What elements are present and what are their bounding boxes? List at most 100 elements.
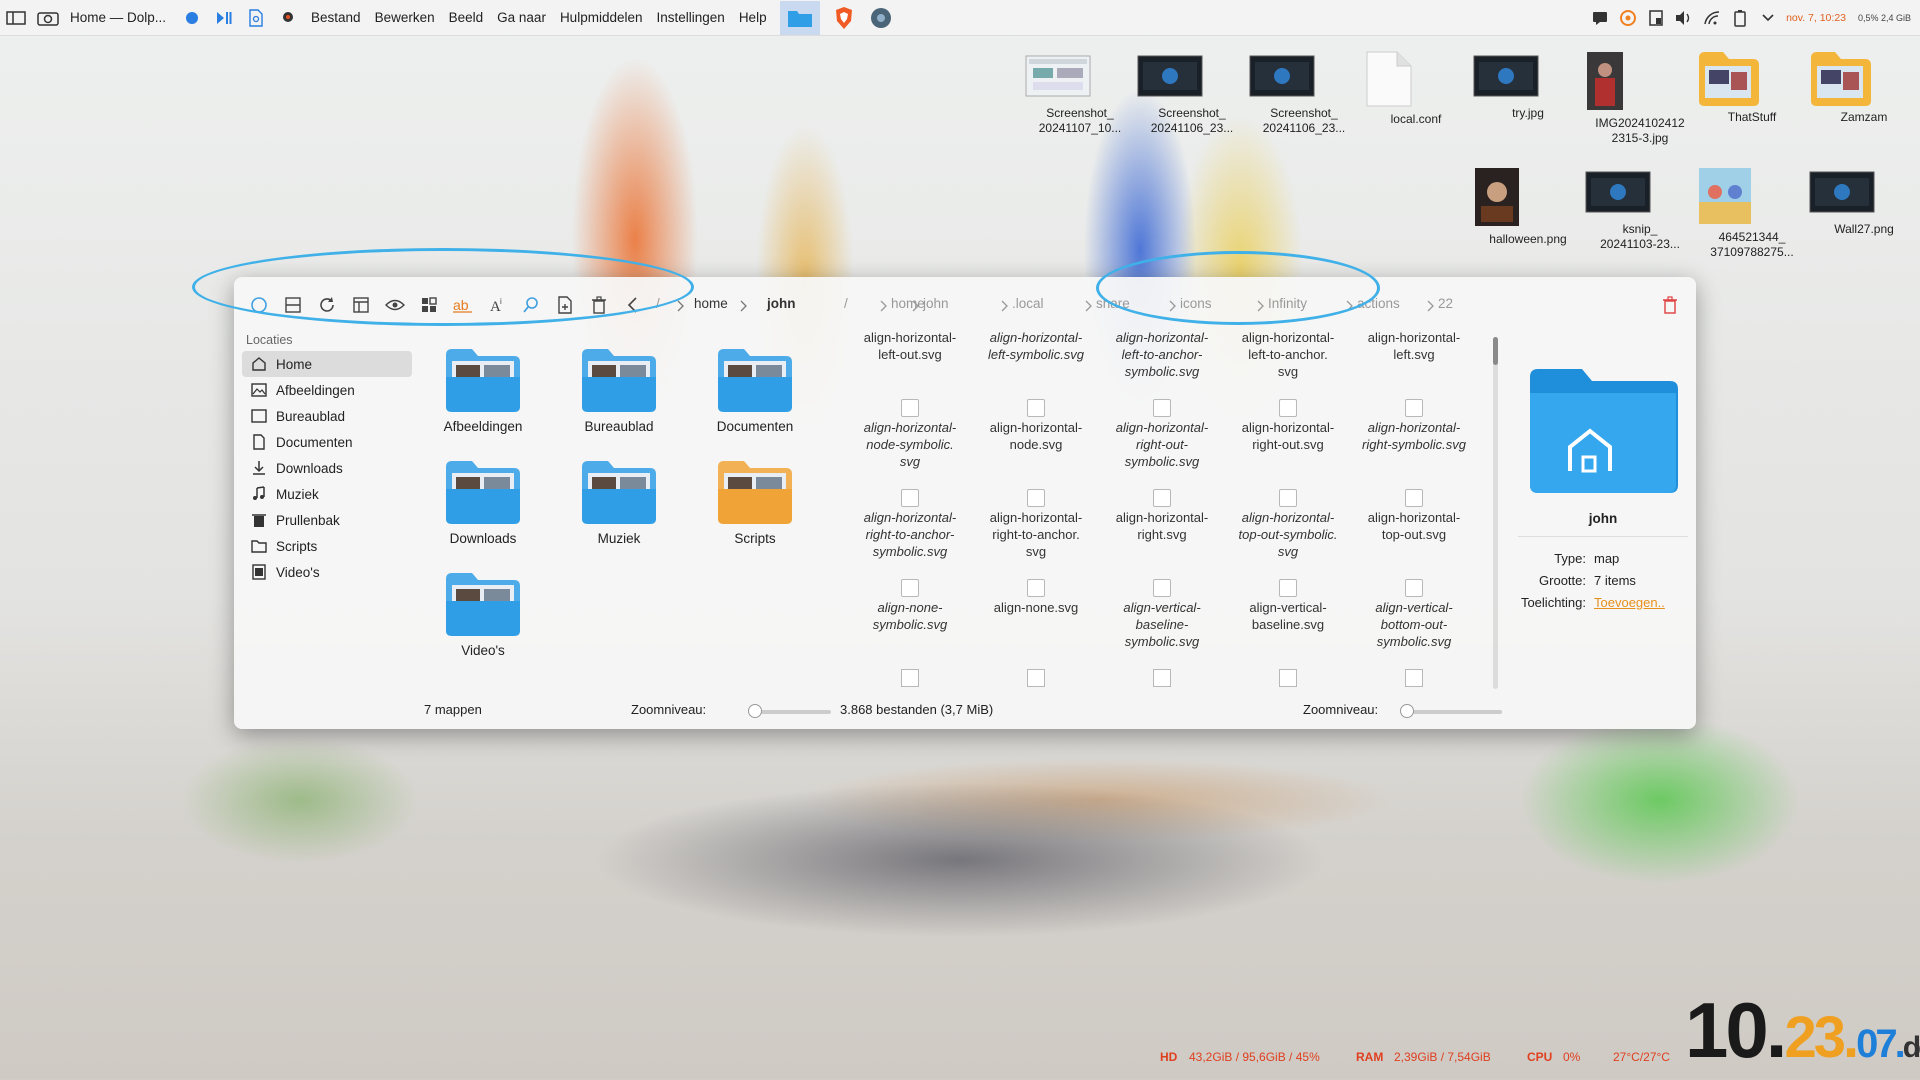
folder-item[interactable]: Bureaublad bbox=[564, 347, 674, 434]
desktop-icon-item[interactable]: ksnip_ 20241103-23... bbox=[1585, 166, 1695, 252]
folder-item[interactable]: Muziek bbox=[564, 459, 674, 546]
add-comment-link[interactable]: Toevoegen.. bbox=[1594, 595, 1665, 610]
file-item[interactable]: align-horizontal-left-to-anchor. svg bbox=[1227, 329, 1349, 380]
record-icon[interactable] bbox=[179, 5, 205, 31]
folder-item[interactable]: Video's bbox=[428, 571, 538, 658]
chat-icon[interactable] bbox=[1589, 5, 1611, 31]
sidebar-item-scripts[interactable]: Scripts bbox=[242, 533, 412, 559]
file-item[interactable]: align-horizontal-left.svg bbox=[1353, 329, 1475, 363]
file-label: align-horizontal-right.svg bbox=[1115, 510, 1209, 542]
desktop-thumbnail-icon bbox=[1473, 50, 1583, 102]
desktop-icon-item[interactable]: Zamzam bbox=[1809, 50, 1919, 125]
battery-icon[interactable] bbox=[1729, 5, 1751, 31]
webcam-icon[interactable] bbox=[275, 5, 301, 31]
menu-beeld[interactable]: Beeld bbox=[442, 10, 491, 25]
desktop-icon-item[interactable]: Wall27.png bbox=[1809, 166, 1919, 237]
menu-bestand[interactable]: Bestand bbox=[304, 10, 368, 25]
menu-hulpmiddelen[interactable]: Hulpmiddelen bbox=[553, 10, 650, 25]
breadcrumb-segment[interactable]: .local bbox=[1012, 296, 1044, 311]
file-item[interactable]: align-horizontal-top-out-symbolic. svg bbox=[1227, 489, 1349, 560]
scrollbar-handle[interactable] bbox=[1493, 337, 1498, 365]
desktop-icon-item[interactable]: 464521344_ 37109788275... bbox=[1697, 166, 1807, 260]
trash-red-icon[interactable] bbox=[1657, 292, 1683, 318]
desktop-icon-item[interactable]: IMG2024102412 2315-3.jpg bbox=[1585, 50, 1695, 146]
desktop-icon-item[interactable]: halloween.png bbox=[1473, 166, 1583, 247]
info-comment-label: Toelichting: bbox=[1520, 594, 1586, 610]
file-item[interactable]: align-horizontal-left-symbolic.svg bbox=[975, 329, 1097, 363]
menu-instellingen[interactable]: Instellingen bbox=[650, 10, 732, 25]
desktop-icon-item[interactable]: try.jpg bbox=[1473, 50, 1583, 121]
zoom-slider-left-handle[interactable] bbox=[748, 704, 762, 718]
system-tray: nov. 7, 10:23 0,5% 2,4 GiB bbox=[1586, 0, 1920, 36]
file-item[interactable]: align-horizontal-right-to-anchor-symboli… bbox=[849, 489, 971, 560]
desktop-icon-item[interactable]: local.conf bbox=[1361, 50, 1471, 127]
sidebar-item-bureaublad[interactable]: Bureaublad bbox=[242, 403, 412, 429]
dolphin-task-icon[interactable] bbox=[779, 0, 820, 35]
clipboard-icon[interactable] bbox=[1645, 5, 1667, 31]
file-item[interactable]: align-horizontal-right-out.svg bbox=[1227, 399, 1349, 453]
file-item[interactable]: align-horizontal-top-out.svg bbox=[1353, 489, 1475, 543]
desktop-icon-item[interactable]: Screenshot_ 20241106_23... bbox=[1137, 50, 1247, 136]
volume-icon[interactable] bbox=[1673, 5, 1695, 31]
file-item[interactable]: align-horizontal-node-symbolic. svg bbox=[849, 399, 971, 470]
file-item[interactable]: align-vertical-bottom-out-symbolic.svg bbox=[1353, 579, 1475, 650]
sidebar-item-label: Afbeeldingen bbox=[276, 382, 355, 398]
folder-item[interactable]: Documenten bbox=[700, 347, 810, 434]
sidebar-item-documenten[interactable]: Documenten bbox=[242, 429, 412, 455]
file-label: align-horizontal-left-to-anchor-symbolic… bbox=[1115, 330, 1209, 379]
menu-ga-naar[interactable]: Ga naar bbox=[490, 10, 553, 25]
desktop-icon-item[interactable]: Screenshot_ 20241107_10... bbox=[1025, 50, 1135, 136]
file-item[interactable]: align-horizontal-right-out-symbolic.svg bbox=[1101, 399, 1223, 470]
file-item[interactable]: align-vertical-baseline-symbolic.svg bbox=[1101, 579, 1223, 650]
desktop-icon-item[interactable]: ThatStuff bbox=[1697, 50, 1807, 125]
breadcrumb-segment[interactable]: / bbox=[844, 296, 848, 311]
file-item[interactable]: align-horizontal-left-to-anchor-symbolic… bbox=[1101, 329, 1223, 380]
screenshot-icon[interactable] bbox=[35, 5, 61, 31]
desktop-icon-item[interactable]: Screenshot_ 20241106_23... bbox=[1249, 50, 1359, 136]
desktop-icon-label: IMG2024102412 2315-3.jpg bbox=[1595, 116, 1685, 145]
folder-item[interactable]: Scripts bbox=[700, 459, 810, 546]
play-pause-icon[interactable] bbox=[211, 5, 237, 31]
folder-icon bbox=[716, 459, 794, 525]
sidebar-item-afbeeldingen[interactable]: Afbeeldingen bbox=[242, 377, 412, 403]
updates-icon[interactable] bbox=[1617, 5, 1639, 31]
divider bbox=[1518, 536, 1688, 537]
brave-browser-icon[interactable] bbox=[831, 5, 857, 31]
sidebar-item-downloads[interactable]: Downloads bbox=[242, 455, 412, 481]
sidebar-toggle-icon[interactable] bbox=[3, 5, 29, 31]
folder-item[interactable]: Downloads bbox=[428, 459, 538, 546]
folder-item[interactable]: Afbeeldingen bbox=[428, 347, 538, 434]
chevron-down-icon[interactable] bbox=[1757, 5, 1779, 31]
sidebar-item-muziek[interactable]: Muziek bbox=[242, 481, 412, 507]
panel-date[interactable]: nov. 7, 10:23 bbox=[1786, 12, 1846, 24]
desktop-thumbnail-icon bbox=[1697, 50, 1807, 106]
menu-bewerken[interactable]: Bewerken bbox=[368, 10, 442, 25]
breadcrumb-segment[interactable]: john bbox=[923, 296, 949, 311]
breadcrumb-segment[interactable]: 22 bbox=[1438, 296, 1453, 311]
file-item[interactable]: align-horizontal-left-out.svg bbox=[849, 329, 971, 363]
network-icon[interactable] bbox=[1701, 5, 1723, 31]
file-item[interactable]: align-horizontal-node.svg bbox=[975, 399, 1097, 453]
window-title[interactable]: Home — Dolp... bbox=[70, 10, 166, 25]
breadcrumb-home[interactable]: home bbox=[694, 296, 728, 311]
zoom-slider-right[interactable] bbox=[1400, 704, 1502, 718]
menu-help[interactable]: Help bbox=[732, 10, 774, 25]
app-launcher-icon[interactable] bbox=[868, 5, 894, 31]
breadcrumb-chevron-icon bbox=[909, 293, 921, 319]
sidebar-item-prullenbak[interactable]: Prullenbak bbox=[242, 507, 412, 533]
file-item[interactable]: align-horizontal-right.svg bbox=[1101, 489, 1223, 543]
file-item[interactable]: align-vertical-baseline.svg bbox=[1227, 579, 1349, 633]
zoom-slider-right-handle[interactable] bbox=[1400, 704, 1414, 718]
file-item[interactable]: align-none.svg bbox=[975, 579, 1097, 616]
svg-file-icon bbox=[901, 489, 919, 507]
file-item[interactable]: align-none-symbolic.svg bbox=[849, 579, 971, 633]
sidebar-item-home[interactable]: Home bbox=[242, 351, 412, 377]
scrollbar[interactable] bbox=[1493, 337, 1498, 689]
document-search-icon[interactable] bbox=[243, 5, 269, 31]
breadcrumb-john[interactable]: john bbox=[767, 296, 796, 311]
file-item[interactable]: align-horizontal-right-symbolic.svg bbox=[1353, 399, 1475, 453]
sidebar-item-videos[interactable]: Video's bbox=[242, 559, 412, 585]
file-item[interactable]: align-horizontal-right-to-anchor. svg bbox=[975, 489, 1097, 560]
zoom-slider-left[interactable] bbox=[748, 704, 831, 718]
folder-icon bbox=[444, 571, 522, 637]
